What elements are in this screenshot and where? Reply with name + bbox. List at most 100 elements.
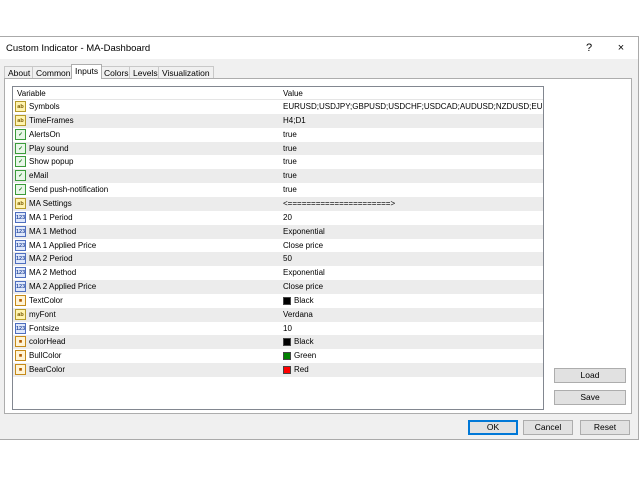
variable-value[interactable]: Close price	[283, 239, 323, 253]
num-type-icon: 123	[15, 322, 26, 334]
table-row[interactable]: 123 MA 1 Period 20	[13, 210, 543, 225]
tab-visualization[interactable]: Visualization	[158, 66, 214, 78]
ab-type-icon: ab	[15, 101, 26, 112]
tab-levels[interactable]: Levels	[129, 66, 162, 78]
num-type-icon: 123	[15, 211, 26, 223]
table-row[interactable]: ■ TextColor Black	[13, 293, 543, 308]
variable-value[interactable]: 10	[283, 322, 292, 336]
color-swatch	[283, 338, 291, 347]
value-text: Green	[294, 351, 317, 361]
variable-name: Send push-notification	[29, 185, 109, 195]
color-swatch	[283, 366, 291, 375]
variable-value[interactable]: 20	[283, 211, 292, 225]
variable-value[interactable]: 50	[283, 252, 292, 266]
tab-colors[interactable]: Colors	[100, 66, 133, 78]
variable-value[interactable]: Red	[283, 363, 309, 377]
value-column-header[interactable]: Value	[283, 89, 303, 98]
table-row[interactable]: ab Symbols EURUSD;USDJPY;GBPUSD;USDCHF;USD…	[13, 100, 543, 114]
value-text: true	[283, 185, 297, 195]
variable-value[interactable]: Green	[283, 349, 316, 363]
value-text: Black	[294, 337, 314, 347]
variable-name: eMail	[29, 171, 49, 181]
variable-value[interactable]: Exponential	[283, 266, 325, 280]
tab-about[interactable]: About	[4, 66, 35, 78]
ab-type-icon: ab	[15, 308, 26, 320]
table-row[interactable]: ✓ Show popup true	[13, 155, 543, 170]
variable-name: MA 1 Applied Price	[29, 240, 97, 250]
title-bar: Custom Indicator - MA-Dashboard ? ×	[0, 37, 638, 59]
color-type-icon: ■	[15, 364, 26, 376]
table-row[interactable]: 123 MA 1 Method Exponential	[13, 224, 543, 239]
variable-value[interactable]: EURUSD;USDJPY;GBPUSD;USDCHF;USDCAD;AUDUS…	[283, 100, 543, 114]
ab-type-icon: ab	[15, 114, 26, 126]
table-row[interactable]: ab myFont Verdana	[13, 307, 543, 322]
variable-name: Symbols	[29, 102, 60, 111]
variable-value[interactable]: Close price	[283, 280, 323, 294]
variable-value[interactable]: true	[283, 155, 297, 169]
value-text: true	[283, 157, 297, 167]
variable-column-header[interactable]: Variable	[17, 89, 46, 98]
table-row[interactable]: ■ colorHead Black	[13, 335, 543, 350]
window-title: Custom Indicator - MA-Dashboard	[6, 43, 151, 54]
close-button[interactable]: ×	[609, 39, 633, 57]
table-row[interactable]: ✓ Send push-notification true	[13, 183, 543, 198]
table-row[interactable]: ✓ AlertsOn true	[13, 127, 543, 142]
table-row[interactable]: 123 Fontsize 10	[13, 321, 543, 336]
table-row[interactable]: 123 MA 1 Applied Price Close price	[13, 238, 543, 253]
variable-name: MA 2 Period	[29, 254, 73, 264]
table-row[interactable]: ab TimeFrames H4;D1	[13, 113, 543, 128]
value-text: Close price	[283, 240, 324, 250]
value-text: true	[283, 143, 297, 153]
tab-common[interactable]: Common	[32, 66, 75, 78]
value-text: H4;D1	[283, 115, 306, 125]
grid-header: Variable Value	[13, 87, 543, 100]
variable-name: BullColor	[29, 351, 62, 361]
bool-type-icon: ✓	[15, 156, 26, 168]
color-type-icon: ■	[15, 294, 26, 306]
value-text: Black	[294, 295, 314, 305]
variable-value[interactable]: Exponential	[283, 225, 325, 239]
variable-value[interactable]: true	[283, 169, 297, 183]
variable-name: MA 2 Applied Price	[29, 282, 97, 292]
help-button[interactable]: ?	[577, 39, 601, 57]
cancel-button[interactable]: Cancel	[523, 420, 573, 435]
variable-value[interactable]: <======================>	[283, 197, 395, 211]
ok-button[interactable]: OK	[468, 420, 518, 435]
variable-value[interactable]: H4;D1	[283, 114, 306, 128]
indicator-dialog: Custom Indicator - MA-Dashboard ? × Abou…	[0, 36, 639, 440]
variable-value[interactable]: Black	[283, 335, 314, 349]
value-text: 10	[283, 323, 292, 333]
table-row[interactable]: ■ BearColor Red	[13, 363, 543, 378]
variable-name: MA 1 Period	[29, 212, 73, 222]
reset-button[interactable]: Reset	[580, 420, 630, 435]
variable-value[interactable]: true	[283, 128, 297, 142]
tab-inputs[interactable]: Inputs	[71, 64, 103, 79]
table-row[interactable]: ✓ eMail true	[13, 169, 543, 184]
color-swatch	[283, 352, 291, 361]
table-row[interactable]: 123 MA 2 Method Exponential	[13, 266, 543, 281]
value-text: true	[283, 171, 297, 181]
table-row[interactable]: ✓ Play sound true	[13, 141, 543, 156]
variable-name: AlertsOn	[29, 129, 61, 139]
num-type-icon: 123	[15, 267, 26, 279]
variable-value[interactable]: Verdana	[283, 308, 313, 322]
value-text: Verdana	[283, 309, 313, 319]
inputs-grid: Variable Value ab Symbols EURUSD;USDJPY;GB…	[12, 86, 544, 410]
bool-type-icon: ✓	[15, 128, 26, 140]
variable-name: Fontsize	[29, 323, 60, 333]
table-row[interactable]: ab MA Settings <======================>	[13, 196, 543, 211]
num-type-icon: 123	[15, 225, 26, 237]
bool-type-icon: ✓	[15, 184, 26, 196]
variable-name: TimeFrames	[29, 115, 74, 125]
variable-name: myFont	[29, 309, 56, 319]
variable-name: MA Settings	[29, 198, 72, 208]
save-button[interactable]: Save	[554, 390, 626, 405]
variable-value[interactable]: true	[283, 142, 297, 156]
load-button[interactable]: Load	[554, 368, 626, 383]
table-row[interactable]: 123 MA 2 Applied Price Close price	[13, 280, 543, 295]
variable-value[interactable]: Black	[283, 294, 314, 308]
table-row[interactable]: 123 MA 2 Period 50	[13, 252, 543, 267]
variable-name: Play sound	[29, 143, 69, 153]
variable-value[interactable]: true	[283, 183, 297, 197]
table-row[interactable]: ■ BullColor Green	[13, 349, 543, 364]
